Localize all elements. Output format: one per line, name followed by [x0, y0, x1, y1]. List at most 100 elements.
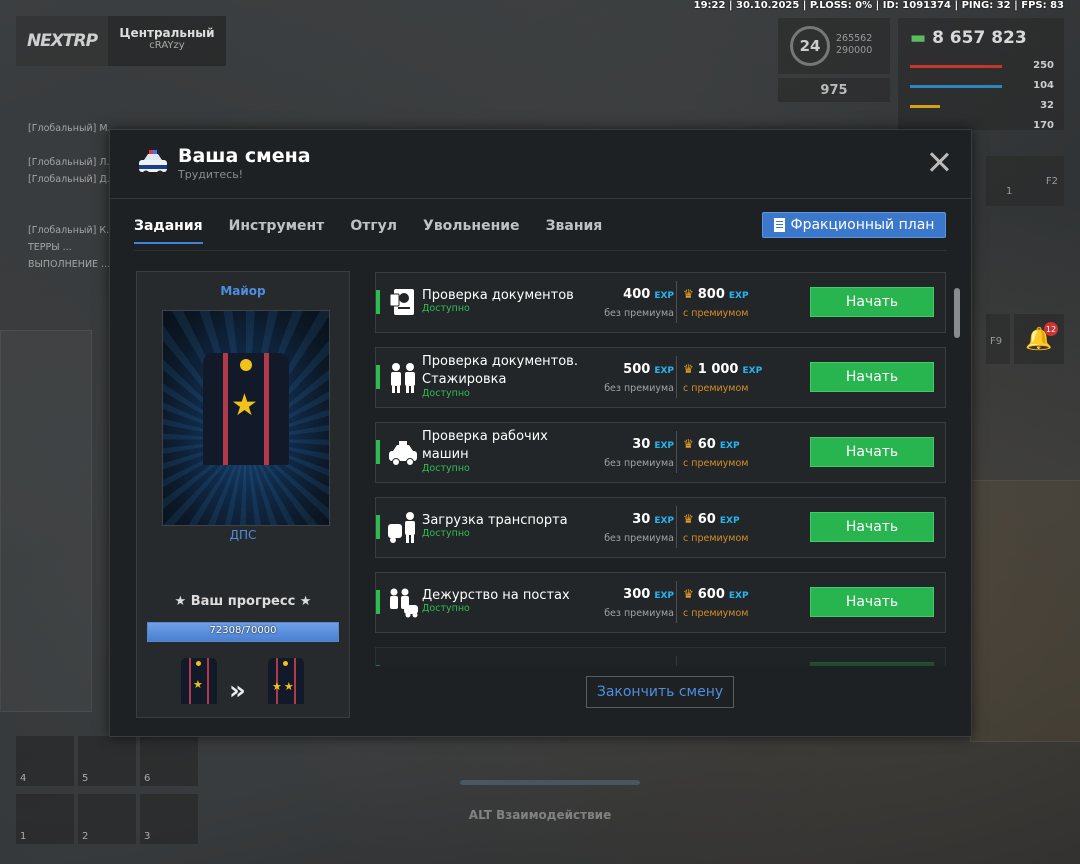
shoulder-strap-icon: ★ — [203, 353, 289, 465]
start-task-button[interactable]: Начать — [810, 512, 934, 542]
interaction-bar — [460, 780, 640, 785]
base-reward: 500 EXP — [623, 362, 674, 377]
rank-title: Майор — [220, 284, 266, 298]
task-row — [375, 647, 946, 666]
tab-dismissal[interactable]: Увольнение — [423, 218, 520, 244]
thirst-value: 32 — [1040, 100, 1054, 111]
close-icon[interactable] — [927, 150, 951, 174]
post-duty-icon — [390, 588, 418, 618]
money-panel: ▬ 8 657 823 250 104 32 170 — [898, 18, 1064, 131]
tab-tasks[interactable]: Задания — [134, 218, 203, 244]
shift-modal: Ваша смена Трудитесь! Задания Инструмент… — [109, 129, 972, 737]
server-panel: NEXTRP Центральный cRAYzy — [16, 16, 226, 66]
premium-reward: ♛ 800 EXP — [683, 287, 749, 302]
police-car-icon — [139, 150, 167, 178]
reputation-panel: 975 — [778, 78, 890, 102]
base-reward: 30 EXP — [632, 437, 674, 452]
premium-reward: ♛ 60 EXP — [683, 512, 740, 527]
reputation-value: 975 — [820, 82, 848, 98]
task-status: Доступно — [422, 528, 470, 539]
officers-icon — [391, 363, 415, 393]
faction-plan-button[interactable]: Фракционный план — [762, 212, 946, 238]
tab-tools[interactable]: Инструмент — [229, 218, 325, 244]
header-divider — [110, 198, 971, 199]
task-list-scrollbar[interactable] — [954, 288, 960, 338]
inventory-slot[interactable]: 6 — [140, 736, 198, 786]
available-marker — [376, 365, 380, 389]
server-logo: NEXTRP — [16, 16, 108, 66]
base-reward: 300 EXP — [623, 587, 674, 602]
crown-icon: ♛ — [683, 287, 694, 301]
base-reward-label: без премиума — [604, 608, 674, 619]
current-rank-icon: ★ — [181, 658, 217, 704]
premium-reward: ♛ 60 EXP — [683, 437, 740, 452]
available-marker — [376, 590, 380, 614]
interaction-hint: ALT Взаимодействие — [468, 808, 612, 822]
chat-line — [28, 103, 298, 120]
inventory-hotbar: 4 5 6 1 2 3 — [16, 736, 198, 854]
modal-subtitle: Трудитесь! — [178, 168, 244, 181]
thirst-bar — [910, 105, 940, 108]
start-task-button[interactable] — [810, 662, 934, 666]
start-task-button[interactable]: Начать — [810, 362, 934, 392]
rank-image: ★ — [162, 310, 330, 526]
rank-division: ДПС — [229, 528, 257, 542]
premium-reward-label: с премиумом — [683, 383, 749, 394]
start-task-button[interactable]: Начать — [810, 437, 934, 467]
level-panel: 24 265562 290000 — [778, 18, 890, 74]
available-marker — [376, 290, 380, 314]
star-icon: ★ — [231, 388, 258, 423]
hotkey-slot-f9[interactable]: F9 — [986, 314, 1010, 364]
base-reward-label: без премиума — [604, 383, 674, 394]
task-status: Доступно — [422, 303, 470, 314]
next-rank-icon: ★★ — [268, 658, 304, 704]
player-name: cRAYzy — [149, 40, 185, 51]
money-amount: 8 657 823 — [932, 28, 1027, 48]
rank-card: Майор ★ ДПС ★ Ваш прогресс ★ 72308/70000… — [136, 271, 350, 718]
start-task-button[interactable]: Начать — [810, 587, 934, 617]
hunger-bar — [910, 85, 1002, 88]
hunger-value: 104 — [1033, 80, 1054, 91]
player-hud: 24 265562 290000 975 ▬ 8 657 823 250 104 3… — [778, 18, 1064, 131]
premium-reward: ♛ 600 EXP — [683, 587, 749, 602]
task-status: Доступно — [422, 388, 470, 399]
task-row: Проверка документов Доступно 400 EXP без … — [375, 272, 946, 333]
premium-reward-label: с премиумом — [683, 458, 749, 469]
inventory-slot[interactable]: 4 — [16, 736, 74, 786]
notifications-button[interactable]: 🔔 12 — [1014, 314, 1064, 364]
health-bar — [910, 65, 1002, 68]
task-row: Дежурство на постах Доступно 300 EXP без … — [375, 572, 946, 633]
task-status: Доступно — [422, 603, 470, 614]
level-badge: 24 — [790, 26, 830, 66]
inventory-slot[interactable]: 5 — [78, 736, 136, 786]
background-locker — [0, 330, 92, 712]
task-row: Проверка документов. Стажировка Доступно… — [375, 347, 946, 408]
hotkey-slot-f2[interactable]: 1 F2 — [986, 156, 1064, 206]
premium-reward-label: с премиумом — [683, 308, 749, 319]
passport-icon — [389, 289, 414, 315]
tabs-divider — [134, 250, 947, 251]
base-reward-label: без премиума — [604, 533, 674, 544]
task-list: Проверка документов Доступно 400 EXP без … — [375, 272, 947, 666]
base-reward-label: без премиума — [604, 458, 674, 469]
available-marker — [376, 515, 380, 539]
base-reward: 400 EXP — [623, 287, 674, 302]
background-locker — [970, 480, 1080, 742]
end-shift-button[interactable]: Закончить смену — [586, 676, 734, 708]
tab-ranks[interactable]: Звания — [546, 218, 603, 244]
xp-current: 265562 — [836, 33, 873, 44]
document-icon — [773, 218, 785, 232]
notification-count: 12 — [1044, 322, 1058, 336]
available-marker — [376, 440, 380, 464]
tab-day-off[interactable]: Отгул — [350, 218, 397, 244]
task-row: Загрузка транспорта Доступно 30 EXP без п… — [375, 497, 946, 558]
crown-icon: ♛ — [683, 362, 694, 376]
money-icon: ▬ — [910, 28, 927, 48]
server-name: Центральный — [119, 26, 215, 40]
crown-icon: ♛ — [683, 437, 694, 451]
base-reward: 30 EXP — [632, 512, 674, 527]
status-bar: 19:22 | 30.10.2025 | P.LOSS: 0% | ID: 10… — [693, 0, 1064, 11]
start-task-button[interactable]: Начать — [810, 287, 934, 317]
police-car-icon — [389, 441, 417, 466]
xp-max: 290000 — [836, 45, 873, 56]
